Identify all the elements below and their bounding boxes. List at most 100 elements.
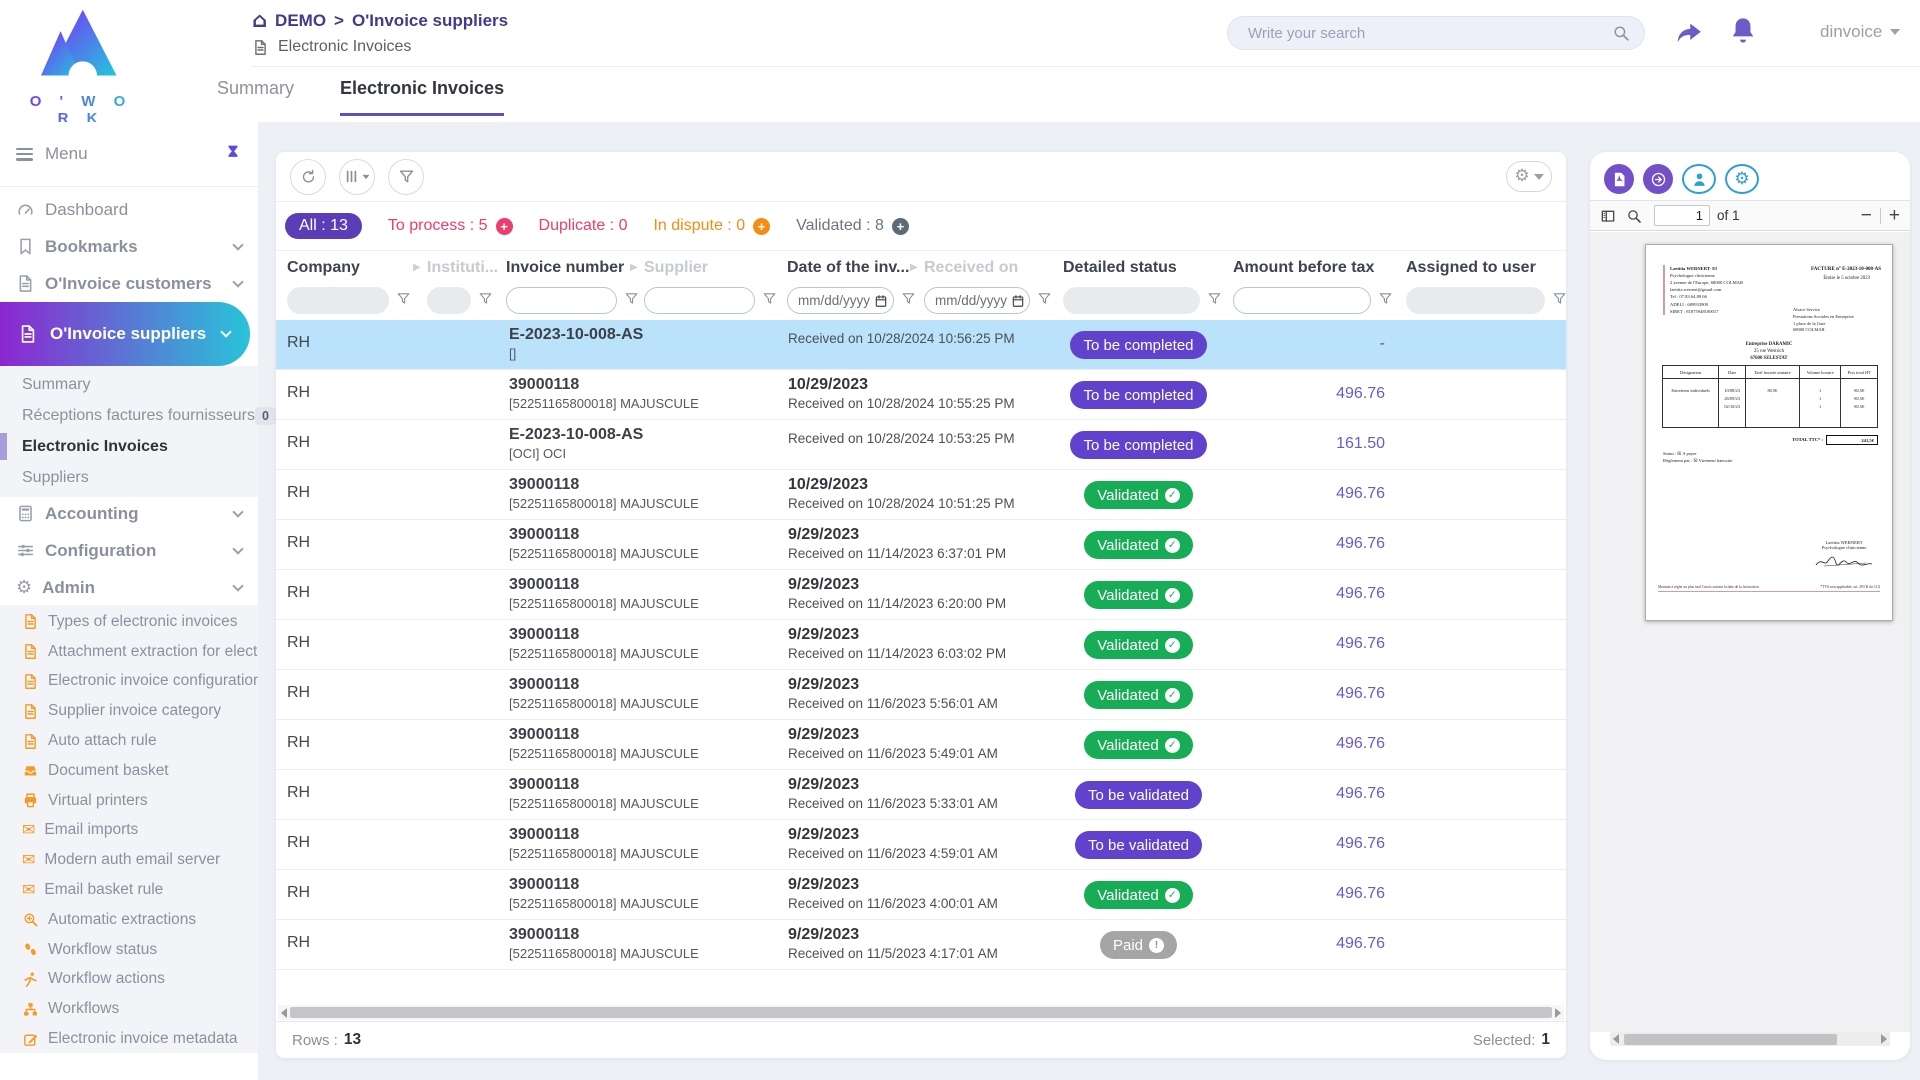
assign-user-button[interactable] bbox=[1682, 164, 1716, 194]
pdf-page-preview[interactable]: Laetitia WERNERT- EIPsychologue clinicie… bbox=[1645, 244, 1893, 621]
breadcrumb-section[interactable]: O'Invoice suppliers bbox=[352, 11, 508, 31]
amount-link[interactable]: 496.76 bbox=[1336, 585, 1385, 602]
column-header-assigned-to-user[interactable]: Assigned to user bbox=[1406, 259, 1536, 277]
amount-link[interactable]: 496.76 bbox=[1336, 885, 1385, 902]
sidebar-item-accounting[interactable]: Accounting bbox=[0, 495, 258, 532]
filter-company[interactable] bbox=[287, 287, 389, 314]
scroll-right-arrow[interactable] bbox=[1881, 1034, 1887, 1044]
sidebar-subitem-summary[interactable]: Summary bbox=[0, 369, 258, 400]
sidebar-subitem-types-of-electronic-invoices[interactable]: Types of electronic invoices bbox=[0, 607, 258, 637]
amount-link[interactable]: 496.76 bbox=[1336, 635, 1385, 652]
funnel-icon[interactable] bbox=[624, 291, 639, 306]
hamburger-icon[interactable] bbox=[16, 148, 33, 161]
column-header-amount-before-tax[interactable]: Amount before tax bbox=[1233, 259, 1374, 277]
open-document-button[interactable] bbox=[1643, 164, 1673, 194]
sidebar-subitem-workflows[interactable]: Workflows bbox=[0, 994, 258, 1024]
sidebar-item-dashboard[interactable]: Dashboard bbox=[0, 191, 258, 228]
filter-assigned-to-user[interactable] bbox=[1406, 287, 1545, 314]
viewer-horizontal-scrollbar[interactable] bbox=[1610, 1032, 1890, 1046]
table-row[interactable]: RHE-2023-10-008-AS[]Received on 10/28/20… bbox=[276, 320, 1566, 370]
amount-link[interactable]: 496.76 bbox=[1336, 535, 1385, 552]
column-header-company[interactable]: Company bbox=[287, 259, 360, 277]
table-row[interactable]: RH39000118[52251165800018] MAJUSCULE9/29… bbox=[276, 720, 1566, 770]
amount-link[interactable]: 161.50 bbox=[1336, 435, 1385, 452]
sidebar-subitem-supplier-invoice-category[interactable]: Supplier invoice category bbox=[0, 696, 258, 726]
column-header-instituti[interactable]: Instituti... bbox=[427, 259, 498, 277]
columns-button[interactable] bbox=[339, 159, 375, 195]
sidebar-subitem-email-basket-rule[interactable]: ✉Email basket rule bbox=[0, 875, 258, 905]
sort-arrow-icon[interactable]: ▶ bbox=[630, 262, 638, 273]
home-icon[interactable]: ⌂ bbox=[252, 10, 267, 31]
table-row[interactable]: RH39000118[52251165800018] MAJUSCULE9/29… bbox=[276, 820, 1566, 870]
search-bar[interactable] bbox=[1227, 16, 1645, 50]
table-row[interactable]: RHE-2023-10-008-AS[OCI] OCIReceived on 1… bbox=[276, 420, 1566, 470]
sidebar-subitem-suppliers[interactable]: Suppliers bbox=[0, 462, 258, 493]
tab-electronic-invoices[interactable]: Electronic Invoices bbox=[340, 78, 504, 116]
horizontal-scrollbar[interactable] bbox=[278, 1005, 1564, 1020]
table-row[interactable]: RH39000118[52251165800018] MAJUSCULE9/29… bbox=[276, 570, 1566, 620]
funnel-icon[interactable] bbox=[762, 291, 777, 306]
search-input[interactable] bbox=[1248, 25, 1612, 42]
funnel-icon[interactable] bbox=[901, 291, 916, 306]
pdf-download-button[interactable] bbox=[1604, 164, 1634, 194]
amount-link[interactable]: 496.76 bbox=[1336, 485, 1385, 502]
tab-summary[interactable]: Summary bbox=[217, 78, 294, 116]
status-tab-in-dispute-0[interactable]: In dispute : 0+ bbox=[653, 217, 770, 235]
table-row[interactable]: RH39000118[52251165800018] MAJUSCULE9/29… bbox=[276, 920, 1566, 970]
share-icon[interactable] bbox=[1674, 18, 1704, 48]
sidebar-subitem-automatic-extractions[interactable]: Automatic extractions bbox=[0, 905, 258, 935]
sidebar-subitem-r-ceptions-factures-fournisseurs[interactable]: Réceptions factures fournisseurs0 bbox=[0, 400, 258, 431]
status-tab-all-13[interactable]: All : 13 bbox=[285, 213, 362, 239]
sidebar-toggle-icon[interactable] bbox=[1600, 208, 1616, 224]
filter-invoice-number[interactable] bbox=[506, 287, 617, 314]
sort-arrow-icon[interactable]: ▶ bbox=[910, 262, 918, 273]
sidebar-item-admin[interactable]: ⚙Admin bbox=[0, 569, 258, 606]
amount-link[interactable]: 496.76 bbox=[1336, 835, 1385, 852]
filter-date-received-on[interactable]: mm/dd/yyyy bbox=[924, 287, 1030, 314]
search-icon[interactable] bbox=[1612, 24, 1630, 42]
sidebar-subitem-electronic-invoice-configuration[interactable]: Electronic invoice configuration bbox=[0, 667, 258, 697]
pin-icon[interactable] bbox=[224, 143, 242, 166]
sidebar-menu-header[interactable]: Menu bbox=[0, 122, 258, 187]
sidebar-subitem-auto-attach-rule[interactable]: Auto attach rule bbox=[0, 726, 258, 756]
amount-link[interactable]: 496.76 bbox=[1336, 735, 1385, 752]
table-row[interactable]: RH39000118[52251165800018] MAJUSCULE9/29… bbox=[276, 520, 1566, 570]
scroll-left-arrow[interactable] bbox=[281, 1008, 287, 1018]
column-header-received-on[interactable]: Received on bbox=[924, 259, 1018, 277]
table-row[interactable]: RH39000118[52251165800018] MAJUSCULE9/29… bbox=[276, 870, 1566, 920]
status-tab-validated-8[interactable]: Validated : 8+ bbox=[796, 217, 909, 235]
filter-instituti[interactable] bbox=[427, 287, 471, 314]
breadcrumb-home[interactable]: DEMO bbox=[275, 11, 326, 31]
sidebar-subitem-modern-auth-email-server[interactable]: ✉Modern auth email server bbox=[0, 845, 258, 875]
column-header-invoice-number[interactable]: Invoice number bbox=[506, 259, 624, 277]
sort-arrow-icon[interactable]: ▶ bbox=[413, 262, 421, 273]
amount-link[interactable]: 496.76 bbox=[1336, 685, 1385, 702]
table-row[interactable]: RH39000118[52251165800018] MAJUSCULE9/29… bbox=[276, 670, 1566, 720]
filter-detailed-status[interactable] bbox=[1063, 287, 1200, 314]
scrollbar-thumb[interactable] bbox=[290, 1007, 1552, 1018]
page-number-input[interactable] bbox=[1654, 205, 1710, 226]
sidebar-subitem-email-imports[interactable]: ✉Email imports bbox=[0, 816, 258, 846]
filter-date-date-of-the-inv[interactable]: mm/dd/yyyy bbox=[787, 287, 894, 314]
amount-link[interactable]: 496.76 bbox=[1336, 935, 1385, 952]
amount-link[interactable]: 496.76 bbox=[1336, 385, 1385, 402]
sidebar-item-bookmarks[interactable]: Bookmarks bbox=[0, 228, 258, 265]
funnel-icon[interactable] bbox=[478, 291, 493, 306]
funnel-icon[interactable] bbox=[1552, 291, 1567, 306]
amount-link[interactable]: 496.76 bbox=[1336, 785, 1385, 802]
funnel-icon[interactable] bbox=[1378, 291, 1393, 306]
filter-amount-before-tax[interactable] bbox=[1233, 287, 1371, 314]
user-menu[interactable]: dinvoice bbox=[1820, 22, 1900, 42]
table-row[interactable]: RH39000118[52251165800018] MAJUSCULE10/2… bbox=[276, 470, 1566, 520]
notifications-bell-icon[interactable] bbox=[1727, 14, 1759, 48]
sidebar-subitem-virtual-printers[interactable]: Virtual printers bbox=[0, 786, 258, 816]
zoom-out-button[interactable]: − bbox=[1861, 206, 1872, 225]
filter-button[interactable] bbox=[388, 159, 424, 195]
column-header-supplier[interactable]: Supplier bbox=[644, 259, 708, 277]
funnel-icon[interactable] bbox=[396, 291, 411, 306]
sidebar-item-oinvoice-suppliers[interactable]: O'Invoice suppliers bbox=[0, 302, 250, 366]
status-tab-duplicate-0[interactable]: Duplicate : 0 bbox=[539, 217, 628, 235]
sidebar-subitem-workflow-status[interactable]: Workflow status bbox=[0, 935, 258, 965]
funnel-icon[interactable] bbox=[1207, 291, 1222, 306]
column-header-detailed-status[interactable]: Detailed status bbox=[1063, 259, 1177, 277]
